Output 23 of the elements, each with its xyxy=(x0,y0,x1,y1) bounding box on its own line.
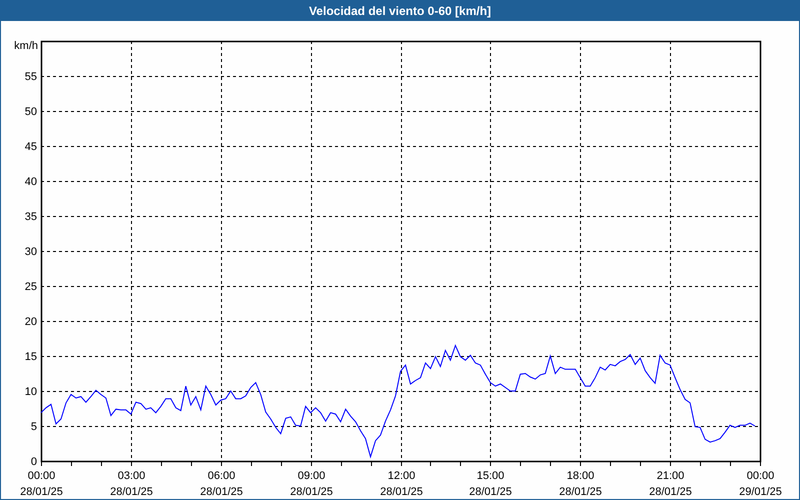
x-tick-label: 03:00 28/01/25 xyxy=(109,469,154,500)
x-tick-label: 00:00 29/01/25 xyxy=(738,469,783,500)
y-tick-label: 30 xyxy=(24,246,37,258)
y-tick-label: 25 xyxy=(24,281,37,293)
x-tick-label: 00:00 28/01/25 xyxy=(19,469,64,500)
y-tick-label: 20 xyxy=(24,316,37,328)
x-tick-label: 18:00 28/01/25 xyxy=(558,469,603,500)
y-tick-label: 35 xyxy=(24,211,37,223)
y-tick-label: 55 xyxy=(24,71,37,83)
y-tick-label: 45 xyxy=(24,141,37,153)
x-tick-label: 12:00 28/01/25 xyxy=(379,469,424,500)
x-tick-label: 09:00 28/01/25 xyxy=(289,469,334,500)
x-tick-label: 21:00 28/01/25 xyxy=(648,469,693,500)
y-tick-label: 5 xyxy=(30,421,37,433)
x-tick-label: 15:00 28/01/25 xyxy=(468,469,513,500)
x-tick-label: 06:00 28/01/25 xyxy=(199,469,244,500)
y-tick-label: 50 xyxy=(24,106,37,118)
y-tick-label: 15 xyxy=(24,351,37,363)
y-tick-label: 40 xyxy=(24,176,37,188)
chart-title: Velocidad del viento 0-60 [km/h] xyxy=(308,3,492,20)
y-tick-label: 10 xyxy=(24,386,37,398)
y-axis-unit: km/h xyxy=(14,40,38,52)
y-tick-label: 0 xyxy=(30,456,37,468)
